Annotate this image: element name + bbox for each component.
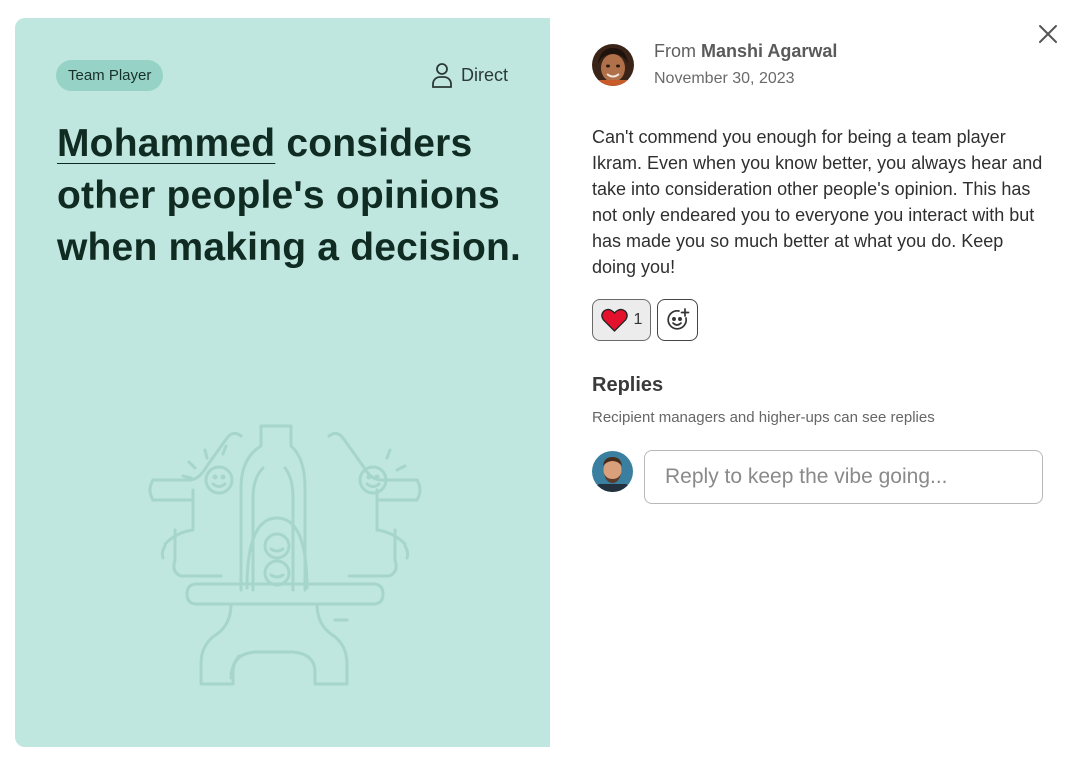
replies-visibility-note: Recipient managers and higher-ups can se…	[592, 409, 935, 426]
add-reaction-icon	[666, 308, 689, 330]
sender-line: From Manshi Agarwal	[654, 41, 837, 62]
recognition-headline: Mohammed considers other people's opinio…	[57, 118, 527, 274]
from-prefix: From	[654, 41, 696, 61]
current-user-avatar	[592, 451, 633, 492]
reply-input[interactable]	[644, 450, 1043, 504]
person-icon	[432, 63, 452, 88]
visibility-label: Direct	[460, 64, 508, 85]
sender-name[interactable]: Manshi Agarwal	[701, 41, 837, 61]
recognition-card: Team Player Direct Mohammed considers ot…	[15, 18, 550, 747]
heart-icon	[600, 308, 628, 332]
sender-avatar[interactable]	[592, 44, 634, 86]
message-date: November 30, 2023	[654, 70, 795, 87]
team-player-illustration	[148, 424, 422, 686]
visibility-indicator: Direct	[431, 62, 508, 88]
close-icon[interactable]	[1036, 22, 1060, 46]
message-body: Can't commend you enough for being a tea…	[592, 127, 1043, 277]
replies-heading: Replies	[592, 374, 664, 396]
value-tag: Team Player	[56, 60, 164, 91]
heart-reaction-button[interactable]: 1	[592, 299, 651, 341]
add-reaction-button[interactable]	[657, 299, 698, 341]
recipient-name[interactable]: Mohammed	[57, 122, 275, 165]
heart-reaction-count: 1	[633, 311, 643, 328]
